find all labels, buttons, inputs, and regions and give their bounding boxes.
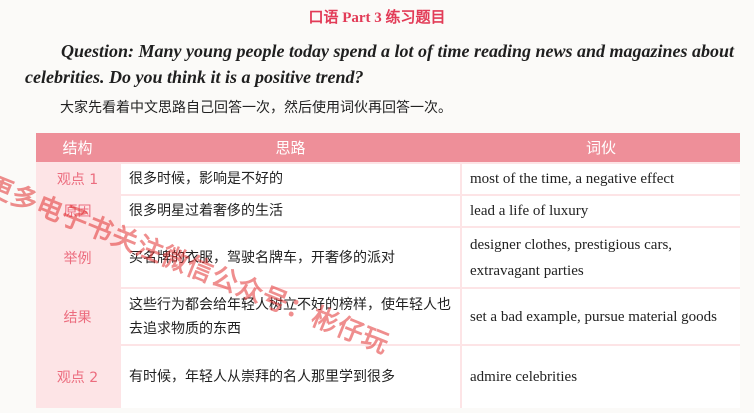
row-label: 观点 1 [56, 172, 99, 188]
instruction-text: 大家先看着中文思路自己回答一次，然后使用词伙再回答一次。 [60, 100, 452, 116]
row-phrase: set a bad example, pursue material goods [462, 289, 740, 344]
row-phrase: designer clothes, prestigious cars, extr… [462, 228, 740, 287]
row-label: 举例 [63, 250, 92, 267]
row-phrase: lead a life of luxury [462, 196, 740, 226]
table-header-row: 结构 思路 词伙 [36, 133, 740, 162]
row-idea: 这些行为都会给年轻人树立不好的榜样，使年轻人也去追求物质的东西 [121, 289, 460, 344]
row-phrase: admire celebrities [462, 346, 740, 408]
row-idea: 买名牌的衣服，驾驶名牌车，开奢侈的派对 [121, 228, 460, 287]
page-title: 口语 Part 3 练习题目 [308, 10, 446, 26]
table-row: 结果 这些行为都会给年轻人树立不好的榜样，使年轻人也去追求物质的东西 set a… [36, 289, 740, 344]
row-idea: 很多时候，影响是不好的 [121, 164, 460, 194]
question-text: Question: Many young people today spend … [25, 41, 735, 87]
row-label: 原因 [63, 204, 92, 220]
row-label: 观点 2 [56, 370, 99, 386]
table-row: 观点 2 有时候，年轻人从崇拜的名人那里学到很多 admire celebrit… [36, 346, 740, 408]
table-row: 原因 很多明星过着奢侈的生活 lead a life of luxury [36, 196, 740, 226]
table-row: 举例 买名牌的衣服，驾驶名牌车，开奢侈的派对 designer clothes,… [36, 228, 740, 287]
header-idea: 思路 [275, 139, 306, 157]
row-phrase: most of the time, a negative effect [462, 164, 740, 194]
row-idea: 很多明星过着奢侈的生活 [121, 196, 460, 226]
row-label: 结果 [63, 309, 92, 326]
row-idea: 有时候，年轻人从崇拜的名人那里学到很多 [121, 346, 460, 408]
table-row: 观点 1 很多时候，影响是不好的 most of the time, a neg… [36, 164, 740, 194]
vocab-table: 结构 思路 词伙 观点 1 很多时候，影响是不好的 most of the ti… [36, 133, 740, 408]
header-structure: 结构 [62, 139, 93, 157]
header-phrase: 词伙 [585, 139, 616, 157]
